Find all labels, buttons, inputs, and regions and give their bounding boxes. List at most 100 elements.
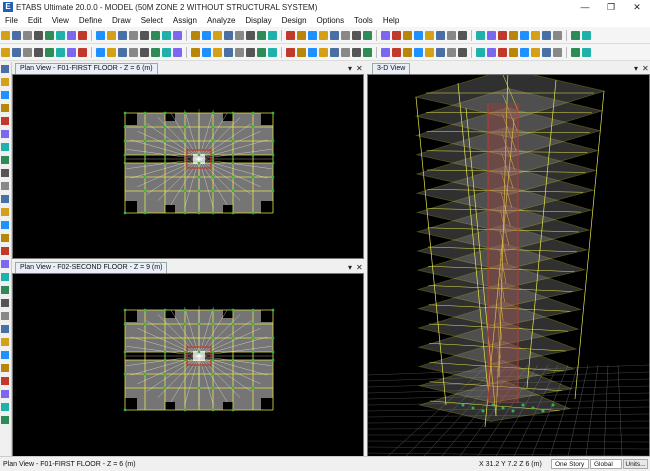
main-toolbar-tool-icon[interactable] xyxy=(257,31,266,40)
draw-toolbar-tool-icon[interactable] xyxy=(436,48,445,57)
draw-toolbar-tool-icon[interactable] xyxy=(553,48,562,57)
menu-analyze[interactable]: Analyze xyxy=(202,16,240,25)
draw-toolbar-tool-icon[interactable] xyxy=(381,48,390,57)
side-draw-tool-icon[interactable] xyxy=(1,403,9,411)
menu-tools[interactable]: Tools xyxy=(349,16,378,25)
draw-toolbar-tool-icon[interactable] xyxy=(23,48,32,57)
draw-toolbar-tool-icon[interactable] xyxy=(202,48,211,57)
draw-toolbar-tool-icon[interactable] xyxy=(542,48,551,57)
draw-toolbar-tool-icon[interactable] xyxy=(34,48,43,57)
main-toolbar-tool-icon[interactable] xyxy=(414,31,423,40)
side-draw-tool-icon[interactable] xyxy=(1,273,9,281)
side-draw-tool-icon[interactable] xyxy=(1,143,9,151)
main-toolbar-tool-icon[interactable] xyxy=(173,31,182,40)
main-toolbar-tool-icon[interactable] xyxy=(96,31,105,40)
main-toolbar-tool-icon[interactable] xyxy=(23,31,32,40)
side-draw-tool-icon[interactable] xyxy=(1,221,9,229)
main-toolbar-tool-icon[interactable] xyxy=(542,31,551,40)
draw-toolbar-tool-icon[interactable] xyxy=(447,48,456,57)
side-draw-tool-icon[interactable] xyxy=(1,364,9,372)
main-toolbar-tool-icon[interactable] xyxy=(107,31,116,40)
main-toolbar-tool-icon[interactable] xyxy=(341,31,350,40)
draw-toolbar-tool-icon[interactable] xyxy=(392,48,401,57)
draw-toolbar-tool-icon[interactable] xyxy=(571,48,580,57)
main-toolbar-tool-icon[interactable] xyxy=(498,31,507,40)
main-toolbar-tool-icon[interactable] xyxy=(213,31,222,40)
draw-toolbar-tool-icon[interactable] xyxy=(129,48,138,57)
draw-toolbar-tool-icon[interactable] xyxy=(352,48,361,57)
menu-assign[interactable]: Assign xyxy=(168,16,202,25)
main-toolbar-tool-icon[interactable] xyxy=(447,31,456,40)
side-draw-tool-icon[interactable] xyxy=(1,286,9,294)
menu-select[interactable]: Select xyxy=(136,16,168,25)
side-draw-tool-icon[interactable] xyxy=(1,416,9,424)
side-draw-tool-icon[interactable] xyxy=(1,182,9,190)
main-toolbar-tool-icon[interactable] xyxy=(34,31,43,40)
side-draw-tool-icon[interactable] xyxy=(1,312,9,320)
main-toolbar-tool-icon[interactable] xyxy=(224,31,233,40)
3d-view-canvas[interactable] xyxy=(367,74,650,457)
draw-toolbar-tool-icon[interactable] xyxy=(458,48,467,57)
draw-toolbar-tool-icon[interactable] xyxy=(582,48,591,57)
menu-draw[interactable]: Draw xyxy=(107,16,136,25)
draw-toolbar-tool-icon[interactable] xyxy=(297,48,306,57)
side-draw-tool-icon[interactable] xyxy=(1,260,9,268)
main-toolbar-tool-icon[interactable] xyxy=(151,31,160,40)
draw-toolbar-tool-icon[interactable] xyxy=(140,48,149,57)
draw-toolbar-tool-icon[interactable] xyxy=(286,48,295,57)
side-draw-tool-icon[interactable] xyxy=(1,377,9,385)
main-toolbar-tool-icon[interactable] xyxy=(297,31,306,40)
side-draw-tool-icon[interactable] xyxy=(1,338,9,346)
draw-toolbar-tool-icon[interactable] xyxy=(330,48,339,57)
main-toolbar-tool-icon[interactable] xyxy=(268,31,277,40)
main-toolbar-tool-icon[interactable] xyxy=(118,31,127,40)
side-draw-tool-icon[interactable] xyxy=(1,156,9,164)
side-draw-tool-icon[interactable] xyxy=(1,65,9,73)
draw-toolbar-tool-icon[interactable] xyxy=(213,48,222,57)
main-toolbar-tool-icon[interactable] xyxy=(571,31,580,40)
draw-toolbar-tool-icon[interactable] xyxy=(363,48,372,57)
view3d-close-icon[interactable]: ✕ xyxy=(642,64,649,73)
menu-design[interactable]: Design xyxy=(277,16,312,25)
draw-toolbar-tool-icon[interactable] xyxy=(341,48,350,57)
side-draw-tool-icon[interactable] xyxy=(1,78,9,86)
side-draw-tool-icon[interactable] xyxy=(1,208,9,216)
tab-plan-view-f01[interactable]: Plan View - F01-FIRST FLOOR - Z = 6 (m) xyxy=(15,63,158,74)
draw-toolbar-tool-icon[interactable] xyxy=(403,48,412,57)
side-draw-tool-icon[interactable] xyxy=(1,351,9,359)
main-toolbar-tool-icon[interactable] xyxy=(12,31,21,40)
draw-toolbar-tool-icon[interactable] xyxy=(319,48,328,57)
draw-toolbar-tool-icon[interactable] xyxy=(191,48,200,57)
menu-display[interactable]: Display xyxy=(240,16,276,25)
main-toolbar-tool-icon[interactable] xyxy=(582,31,591,40)
menu-help[interactable]: Help xyxy=(378,16,404,25)
draw-toolbar-tool-icon[interactable] xyxy=(246,48,255,57)
main-toolbar-tool-icon[interactable] xyxy=(67,31,76,40)
draw-toolbar-tool-icon[interactable] xyxy=(257,48,266,57)
draw-toolbar-tool-icon[interactable] xyxy=(56,48,65,57)
main-toolbar-tool-icon[interactable] xyxy=(1,31,10,40)
draw-toolbar-tool-icon[interactable] xyxy=(118,48,127,57)
draw-toolbar-tool-icon[interactable] xyxy=(268,48,277,57)
side-draw-tool-icon[interactable] xyxy=(1,234,9,242)
side-draw-tool-icon[interactable] xyxy=(1,299,9,307)
main-toolbar-tool-icon[interactable] xyxy=(403,31,412,40)
tab-3d-view[interactable]: 3-D View xyxy=(372,63,410,74)
draw-toolbar-tool-icon[interactable] xyxy=(96,48,105,57)
main-toolbar-tool-icon[interactable] xyxy=(531,31,540,40)
main-toolbar-tool-icon[interactable] xyxy=(308,31,317,40)
main-toolbar-tool-icon[interactable] xyxy=(319,31,328,40)
draw-toolbar-tool-icon[interactable] xyxy=(531,48,540,57)
close-button[interactable]: ✕ xyxy=(624,2,650,13)
plan1-close-icon[interactable]: ✕ xyxy=(356,64,363,73)
draw-toolbar-tool-icon[interactable] xyxy=(308,48,317,57)
main-toolbar-tool-icon[interactable] xyxy=(381,31,390,40)
main-toolbar-tool-icon[interactable] xyxy=(191,31,200,40)
plan-view-f01-canvas[interactable] xyxy=(12,74,364,259)
side-draw-tool-icon[interactable] xyxy=(1,130,9,138)
minimize-button[interactable]: — xyxy=(572,2,598,12)
side-draw-tool-icon[interactable] xyxy=(1,325,9,333)
side-draw-tool-icon[interactable] xyxy=(1,169,9,177)
draw-toolbar-tool-icon[interactable] xyxy=(151,48,160,57)
main-toolbar-tool-icon[interactable] xyxy=(129,31,138,40)
